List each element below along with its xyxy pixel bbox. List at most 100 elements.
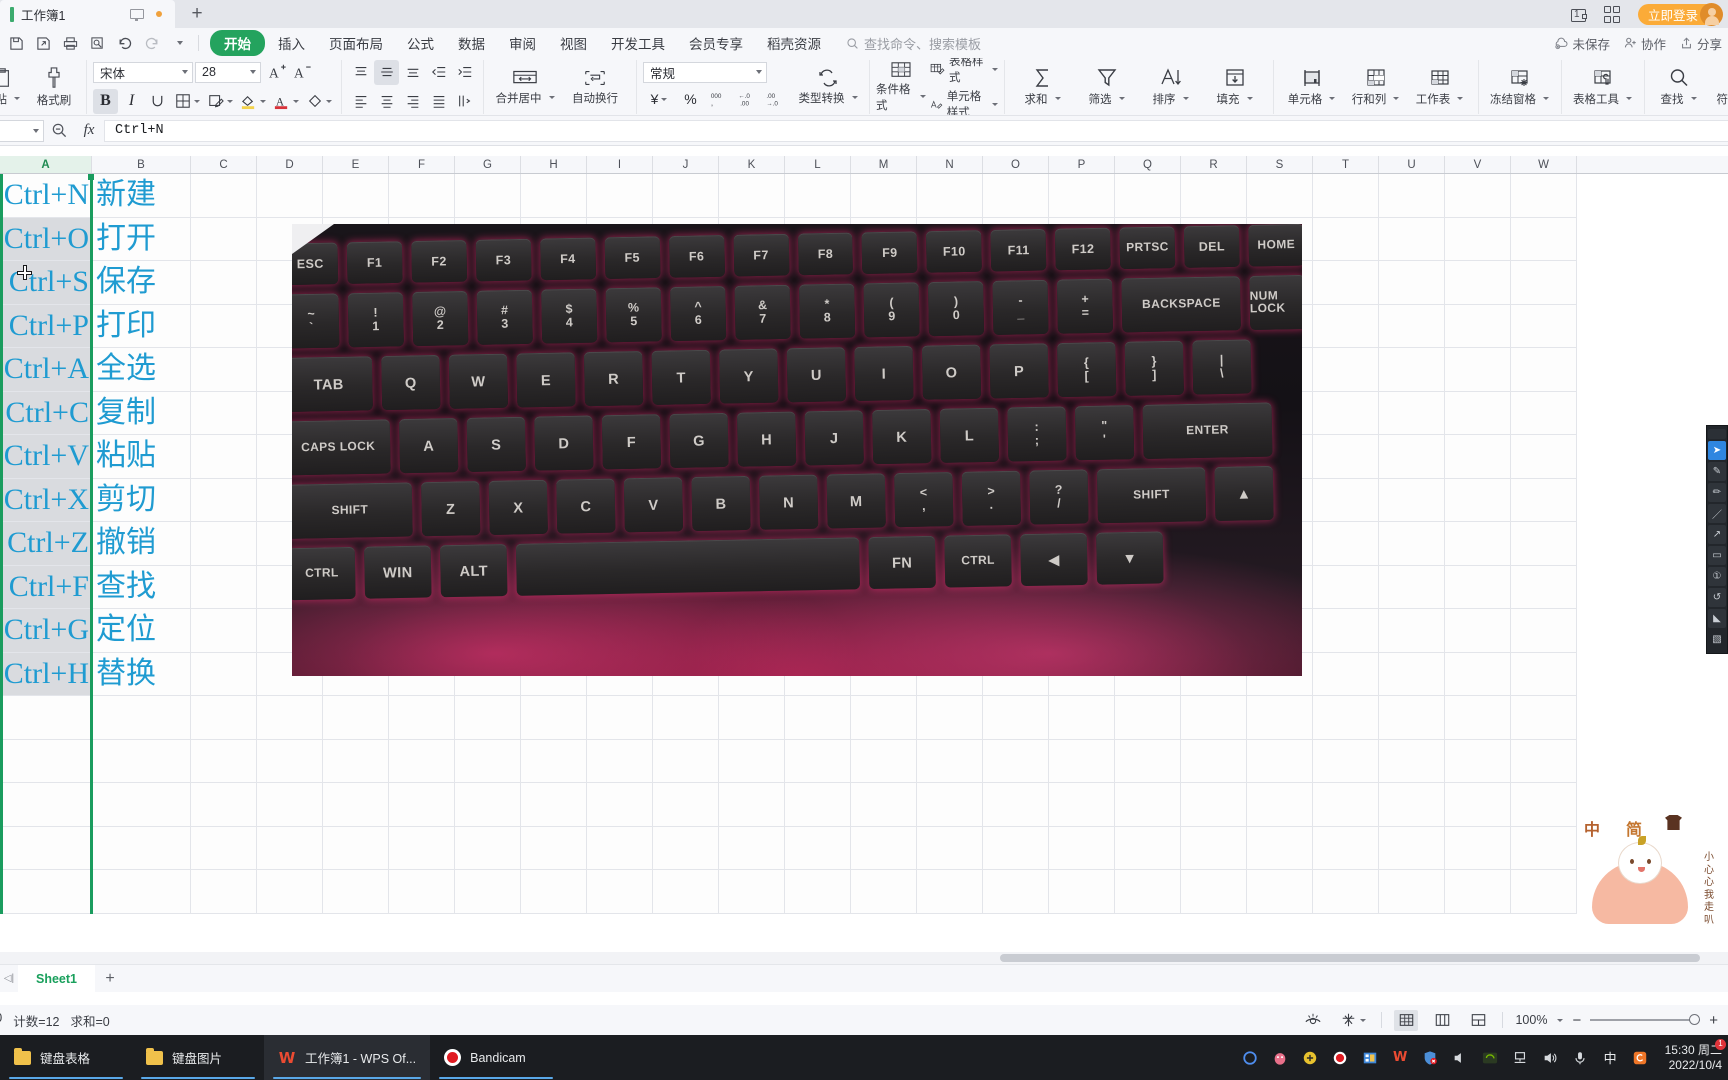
cell-F13[interactable] xyxy=(389,696,455,740)
horizontal-scrollbar[interactable] xyxy=(0,952,1728,964)
cell-B8[interactable]: 剪切 xyxy=(92,478,191,522)
increase-decimal-button[interactable]: .00 →.0 xyxy=(762,87,787,112)
cell-C1[interactable] xyxy=(191,174,257,218)
number-icon[interactable]: ① xyxy=(1708,567,1726,586)
media-icon[interactable] xyxy=(1361,1048,1380,1067)
column-header-S[interactable]: S xyxy=(1247,156,1313,173)
grow-font-button[interactable]: A xyxy=(265,60,290,85)
column-header-I[interactable]: I xyxy=(587,156,653,173)
cell-V3[interactable] xyxy=(1445,261,1511,305)
new-tab-icon[interactable]: + xyxy=(175,0,219,28)
cell-V17[interactable] xyxy=(1445,870,1511,914)
cell-V8[interactable] xyxy=(1445,478,1511,522)
cell-J17[interactable] xyxy=(653,870,719,914)
cell-C6[interactable] xyxy=(191,391,257,435)
cell-B10[interactable]: 查找 xyxy=(92,565,191,609)
cell-K1[interactable] xyxy=(719,174,785,218)
cell-M17[interactable] xyxy=(851,870,917,914)
cell-T14[interactable] xyxy=(1313,739,1379,783)
cell-F16[interactable] xyxy=(389,826,455,870)
cell-P1[interactable] xyxy=(1049,174,1115,218)
format-painter-button[interactable]: 格式刷 xyxy=(28,61,80,113)
cell-O1[interactable] xyxy=(983,174,1049,218)
cell-V7[interactable] xyxy=(1445,435,1511,479)
cell-I17[interactable] xyxy=(587,870,653,914)
cell-U12[interactable] xyxy=(1379,652,1445,696)
zoom-control[interactable]: 100% − + xyxy=(1515,1012,1718,1029)
align-right-button[interactable] xyxy=(400,89,425,114)
column-header-F[interactable]: F xyxy=(389,156,455,173)
cell-T4[interactable] xyxy=(1313,304,1379,348)
customize-quick-access-icon[interactable] xyxy=(166,31,191,55)
taskbar-clock[interactable]: 15:30 周二 2022/10/4 1 xyxy=(1661,1038,1726,1073)
table-row[interactable] xyxy=(0,739,1728,783)
currency-button[interactable]: ¥ xyxy=(643,87,675,112)
taskbar-item-wps-workbook[interactable]: W 工作簿1 - WPS Of... xyxy=(264,1035,431,1080)
column-header-H[interactable]: H xyxy=(521,156,587,173)
font-name-select[interactable]: 宋体 xyxy=(93,61,193,83)
column-header-T[interactable]: T xyxy=(1313,156,1379,173)
login-button[interactable]: 立即登录 xyxy=(1637,3,1723,26)
cell-E15[interactable] xyxy=(323,783,389,827)
cell-L16[interactable] xyxy=(785,826,851,870)
column-header-P[interactable]: P xyxy=(1049,156,1115,173)
cell-C15[interactable] xyxy=(191,783,257,827)
fill-button[interactable]: 填充 xyxy=(1203,61,1267,113)
cell-N13[interactable] xyxy=(917,696,983,740)
annotation-toolbar-handle[interactable] xyxy=(1708,429,1726,439)
align-middle-button[interactable] xyxy=(374,59,399,85)
cell-U8[interactable] xyxy=(1379,478,1445,522)
undo-icon[interactable] xyxy=(112,31,137,55)
cell-P13[interactable] xyxy=(1049,696,1115,740)
cell-V16[interactable] xyxy=(1445,826,1511,870)
ribbon-tab-home[interactable]: 开始 xyxy=(210,30,265,56)
cell-R17[interactable] xyxy=(1181,870,1247,914)
cell-A16[interactable] xyxy=(0,826,92,870)
shrink-font-button[interactable]: A xyxy=(290,60,315,85)
page-break-icon[interactable] xyxy=(1466,1010,1490,1031)
qq-icon[interactable] xyxy=(1271,1048,1290,1067)
cell-A9[interactable]: Ctrl+Z xyxy=(0,522,92,566)
cell-B5[interactable]: 全选 xyxy=(92,348,191,392)
wps-tray-icon[interactable]: W xyxy=(1391,1048,1410,1067)
cell-T15[interactable] xyxy=(1313,783,1379,827)
taskbar-item-bandicam[interactable]: Bandicam xyxy=(430,1035,562,1080)
cell-W16[interactable] xyxy=(1511,826,1577,870)
column-header-N[interactable]: N xyxy=(917,156,983,173)
cell-V6[interactable] xyxy=(1445,391,1511,435)
cell-B16[interactable] xyxy=(92,826,191,870)
column-header-G[interactable]: G xyxy=(455,156,521,173)
redo-icon[interactable] xyxy=(139,31,164,55)
zoom-out-button[interactable]: − xyxy=(1570,1012,1583,1029)
cell-V10[interactable] xyxy=(1445,565,1511,609)
cell-M13[interactable] xyxy=(851,696,917,740)
cloud-unsaved-status[interactable]: 未保存 xyxy=(1554,34,1610,53)
cell-W2[interactable] xyxy=(1511,217,1577,261)
cell-Q16[interactable] xyxy=(1115,826,1181,870)
cell-C13[interactable] xyxy=(191,696,257,740)
monitor-icon[interactable] xyxy=(128,6,144,22)
column-header-C[interactable]: C xyxy=(191,156,257,173)
rows-cols-button[interactable]: 行和列 xyxy=(1344,61,1408,113)
speaker-icon[interactable] xyxy=(1541,1048,1560,1067)
cell-U7[interactable] xyxy=(1379,435,1445,479)
cell-J13[interactable] xyxy=(653,696,719,740)
table-style-button[interactable]: 表格样式 xyxy=(930,58,998,85)
cell-U15[interactable] xyxy=(1379,783,1445,827)
cell-B14[interactable] xyxy=(92,739,191,783)
cell-K13[interactable] xyxy=(719,696,785,740)
cell-V4[interactable] xyxy=(1445,304,1511,348)
column-header-D[interactable]: D xyxy=(257,156,323,173)
cell-U16[interactable] xyxy=(1379,826,1445,870)
table-row[interactable] xyxy=(0,696,1728,740)
cell-W15[interactable] xyxy=(1511,783,1577,827)
cell-P16[interactable] xyxy=(1049,826,1115,870)
cell-T9[interactable] xyxy=(1313,522,1379,566)
align-left-button[interactable] xyxy=(348,89,373,114)
cell-Q15[interactable] xyxy=(1115,783,1181,827)
cell-D15[interactable] xyxy=(257,783,323,827)
table-row[interactable]: Ctrl+N 新建 xyxy=(0,174,1728,218)
cell-V9[interactable] xyxy=(1445,522,1511,566)
document-tab-workbook1[interactable]: 工作簿1 xyxy=(0,0,175,28)
cell-C16[interactable] xyxy=(191,826,257,870)
